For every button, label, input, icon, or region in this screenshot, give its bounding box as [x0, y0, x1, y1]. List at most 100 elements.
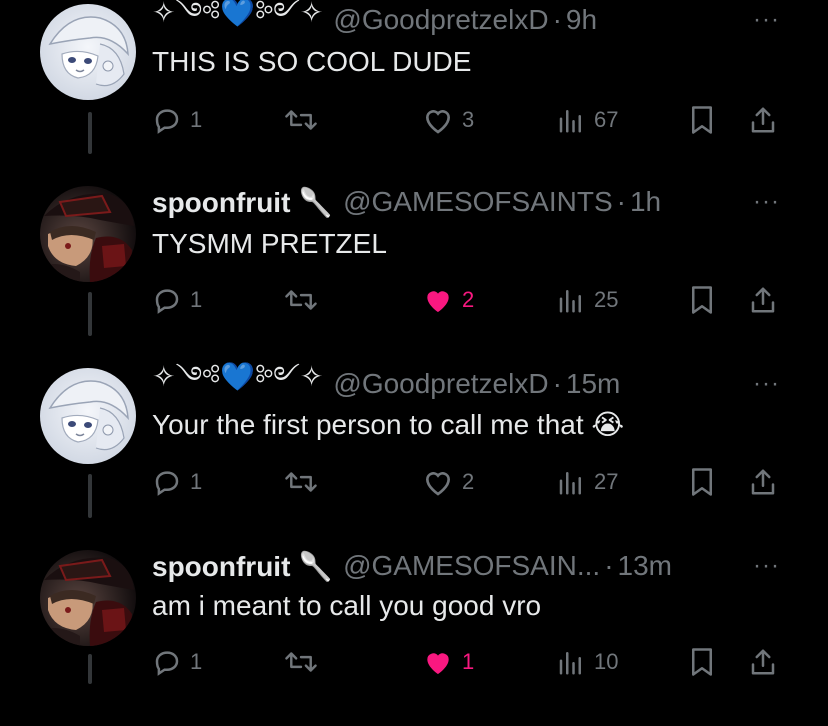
repost-button[interactable]	[284, 282, 318, 318]
reply-button[interactable]: 1	[152, 464, 202, 500]
like-button[interactable]: 2	[422, 464, 474, 500]
tweet-actions: 1 1 10	[152, 644, 792, 680]
separator-dot: ·	[552, 368, 562, 399]
handle[interactable]: @GoodpretzelxD	[333, 4, 548, 36]
tweet[interactable]: ✧༺💙༻✧ @GoodpretzelxD · 15m ··· Your the …	[0, 361, 828, 544]
bookmark-icon	[692, 106, 712, 134]
heart-outline-icon	[425, 110, 451, 134]
timestamp[interactable]: 15m	[566, 368, 620, 400]
view-count: 27	[594, 469, 619, 494]
tweet-actions: 1 2 25	[152, 282, 792, 318]
timestamp[interactable]: 1h	[630, 186, 661, 218]
repost-icon	[285, 472, 317, 492]
bookmark-icon	[692, 286, 712, 314]
tweet-text: Your the first person to call me that 😭	[152, 409, 625, 440]
like-button[interactable]: 3	[422, 102, 474, 138]
views-chart-icon	[559, 110, 581, 133]
display-name[interactable]: spoonfruit 🥄	[152, 186, 333, 219]
heart-outline-icon	[425, 472, 451, 496]
repost-icon	[285, 110, 317, 130]
reply-button[interactable]: 1	[152, 282, 202, 318]
view-count: 25	[594, 287, 619, 312]
more-options-icon[interactable]: ···	[753, 188, 780, 216]
views-button[interactable]: 27	[556, 464, 618, 500]
reply-button[interactable]: 1	[152, 102, 202, 138]
views-chart-icon	[559, 290, 581, 313]
like-count: 1	[462, 649, 475, 674]
share-icon	[751, 469, 775, 495]
tweet-header: spoonfruit 🥄 @GAMESOFSAIN... · 13m	[152, 548, 672, 584]
tweet-actions: 1 2 27	[152, 464, 792, 500]
tweet-text: THIS IS SO COOL DUDE	[152, 46, 472, 77]
views-chart-icon	[559, 652, 581, 675]
display-name[interactable]: spoonfruit 🥄	[152, 550, 333, 583]
repost-button[interactable]	[284, 102, 318, 138]
white-anime-avatar-icon	[40, 368, 136, 464]
share-icon	[751, 649, 775, 675]
share-button[interactable]	[748, 102, 778, 138]
views-button[interactable]: 10	[556, 644, 618, 680]
dark-red-anime-avatar-icon	[40, 550, 136, 646]
view-count: 10	[594, 649, 619, 674]
like-button[interactable]: 1	[422, 644, 474, 680]
dark-red-anime-avatar-icon	[40, 186, 136, 282]
bookmark-button[interactable]	[688, 644, 716, 680]
repost-button[interactable]	[284, 644, 318, 680]
share-button[interactable]	[748, 644, 778, 680]
repost-icon	[285, 652, 317, 672]
bookmark-button[interactable]	[688, 282, 716, 318]
bookmark-button[interactable]	[688, 102, 716, 138]
reply-count: 1	[190, 469, 203, 494]
views-button[interactable]: 25	[556, 282, 618, 318]
avatar[interactable]	[40, 4, 136, 100]
repost-icon	[285, 290, 317, 310]
more-options-icon[interactable]: ···	[753, 6, 780, 34]
handle[interactable]: @GAMESOFSAIN...	[343, 550, 600, 582]
reply-count: 1	[190, 107, 203, 132]
views-chart-icon	[559, 472, 581, 495]
more-options-icon[interactable]: ···	[753, 370, 780, 398]
separator-dot: ·	[552, 4, 562, 35]
timestamp[interactable]: 13m	[618, 550, 672, 582]
view-count: 67	[594, 107, 619, 132]
avatar[interactable]	[40, 550, 136, 646]
separator-dot: ·	[616, 186, 626, 217]
tweet-text: am i meant to call you good vro	[152, 590, 542, 621]
avatar[interactable]	[40, 186, 136, 282]
white-anime-avatar-icon	[40, 4, 136, 100]
heart-filled-icon	[427, 291, 449, 312]
tweet[interactable]: spoonfruit 🥄 @GAMESOFSAIN... · 13m ··· a…	[0, 546, 828, 726]
tweet-header: spoonfruit 🥄 @GAMESOFSAINTS · 1h	[152, 184, 661, 220]
more-options-icon[interactable]: ···	[753, 552, 780, 580]
handle[interactable]: @GoodpretzelxD	[333, 368, 548, 400]
avatar[interactable]	[40, 368, 136, 464]
like-count: 3	[462, 107, 475, 132]
repost-button[interactable]	[284, 464, 318, 500]
views-button[interactable]: 67	[556, 102, 618, 138]
reply-button[interactable]: 1	[152, 644, 202, 680]
reply-icon	[155, 471, 179, 496]
like-count: 2	[462, 469, 475, 494]
tweet[interactable]: ✧༺💙༻✧ @GoodpretzelxD · 9h ··· THIS IS SO…	[0, 0, 828, 180]
tweet[interactable]: spoonfruit 🥄 @GAMESOFSAINTS · 1h ··· TYS…	[0, 182, 828, 362]
bookmark-icon	[692, 648, 712, 676]
tweet-text: TYSMM PRETZEL	[152, 228, 387, 259]
share-button[interactable]	[748, 282, 778, 318]
timestamp[interactable]: 9h	[566, 4, 597, 36]
reply-count: 1	[190, 287, 203, 312]
tweet-actions: 1 3 67	[152, 102, 792, 138]
reply-icon	[155, 289, 179, 314]
reply-icon	[155, 651, 179, 676]
tweet-header: ✧༺💙༻✧ @GoodpretzelxD · 15m	[152, 361, 620, 402]
separator-dot: ·	[604, 550, 614, 581]
like-button[interactable]: 2	[422, 282, 474, 318]
handle[interactable]: @GAMESOFSAINTS	[343, 186, 613, 218]
like-count: 2	[462, 287, 475, 312]
tweet-header: ✧༺💙༻✧ @GoodpretzelxD · 9h	[152, 0, 597, 38]
reply-count: 1	[190, 649, 203, 674]
heart-filled-icon	[427, 653, 449, 674]
share-icon	[751, 287, 775, 313]
share-button[interactable]	[748, 464, 778, 500]
bookmark-button[interactable]	[688, 464, 716, 500]
reply-icon	[155, 109, 179, 134]
